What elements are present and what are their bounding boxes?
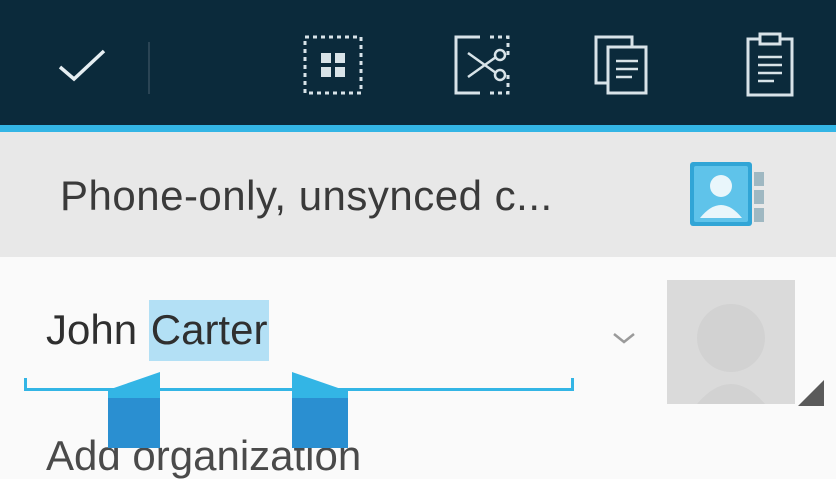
contact-card-icon [690,162,764,226]
photo-corner-indicator-icon [798,380,824,406]
cut-button[interactable] [432,20,532,110]
underline-tick-left [24,378,27,391]
edit-contact-screen: Phone-only, unsynced c... John Carter Ad… [0,0,836,479]
action-bar-divider [148,42,150,94]
selection-handle-left[interactable] [106,372,168,448]
name-field[interactable]: John Carter [46,300,270,361]
select-all-button[interactable] [283,20,383,110]
chevron-down-icon[interactable] [604,324,644,354]
paste-icon [746,32,794,97]
select-all-icon [303,35,363,95]
contextual-action-bar [0,0,836,125]
done-button[interactable] [32,20,132,110]
underline-tick-right [571,378,574,391]
first-name-text: John [46,306,138,353]
account-label: Phone-only, unsynced c... [60,172,553,219]
paste-button[interactable] [720,20,820,110]
contact-photo-placeholder-icon [667,280,795,404]
action-bar-underline [0,125,836,132]
cut-icon [454,35,510,95]
selected-text: Carter [148,300,270,361]
selection-handle-right[interactable] [290,372,352,448]
checkmark-icon [58,49,106,82]
contact-photo[interactable] [667,280,795,404]
copy-button[interactable] [572,20,672,110]
copy-icon [594,35,648,95]
